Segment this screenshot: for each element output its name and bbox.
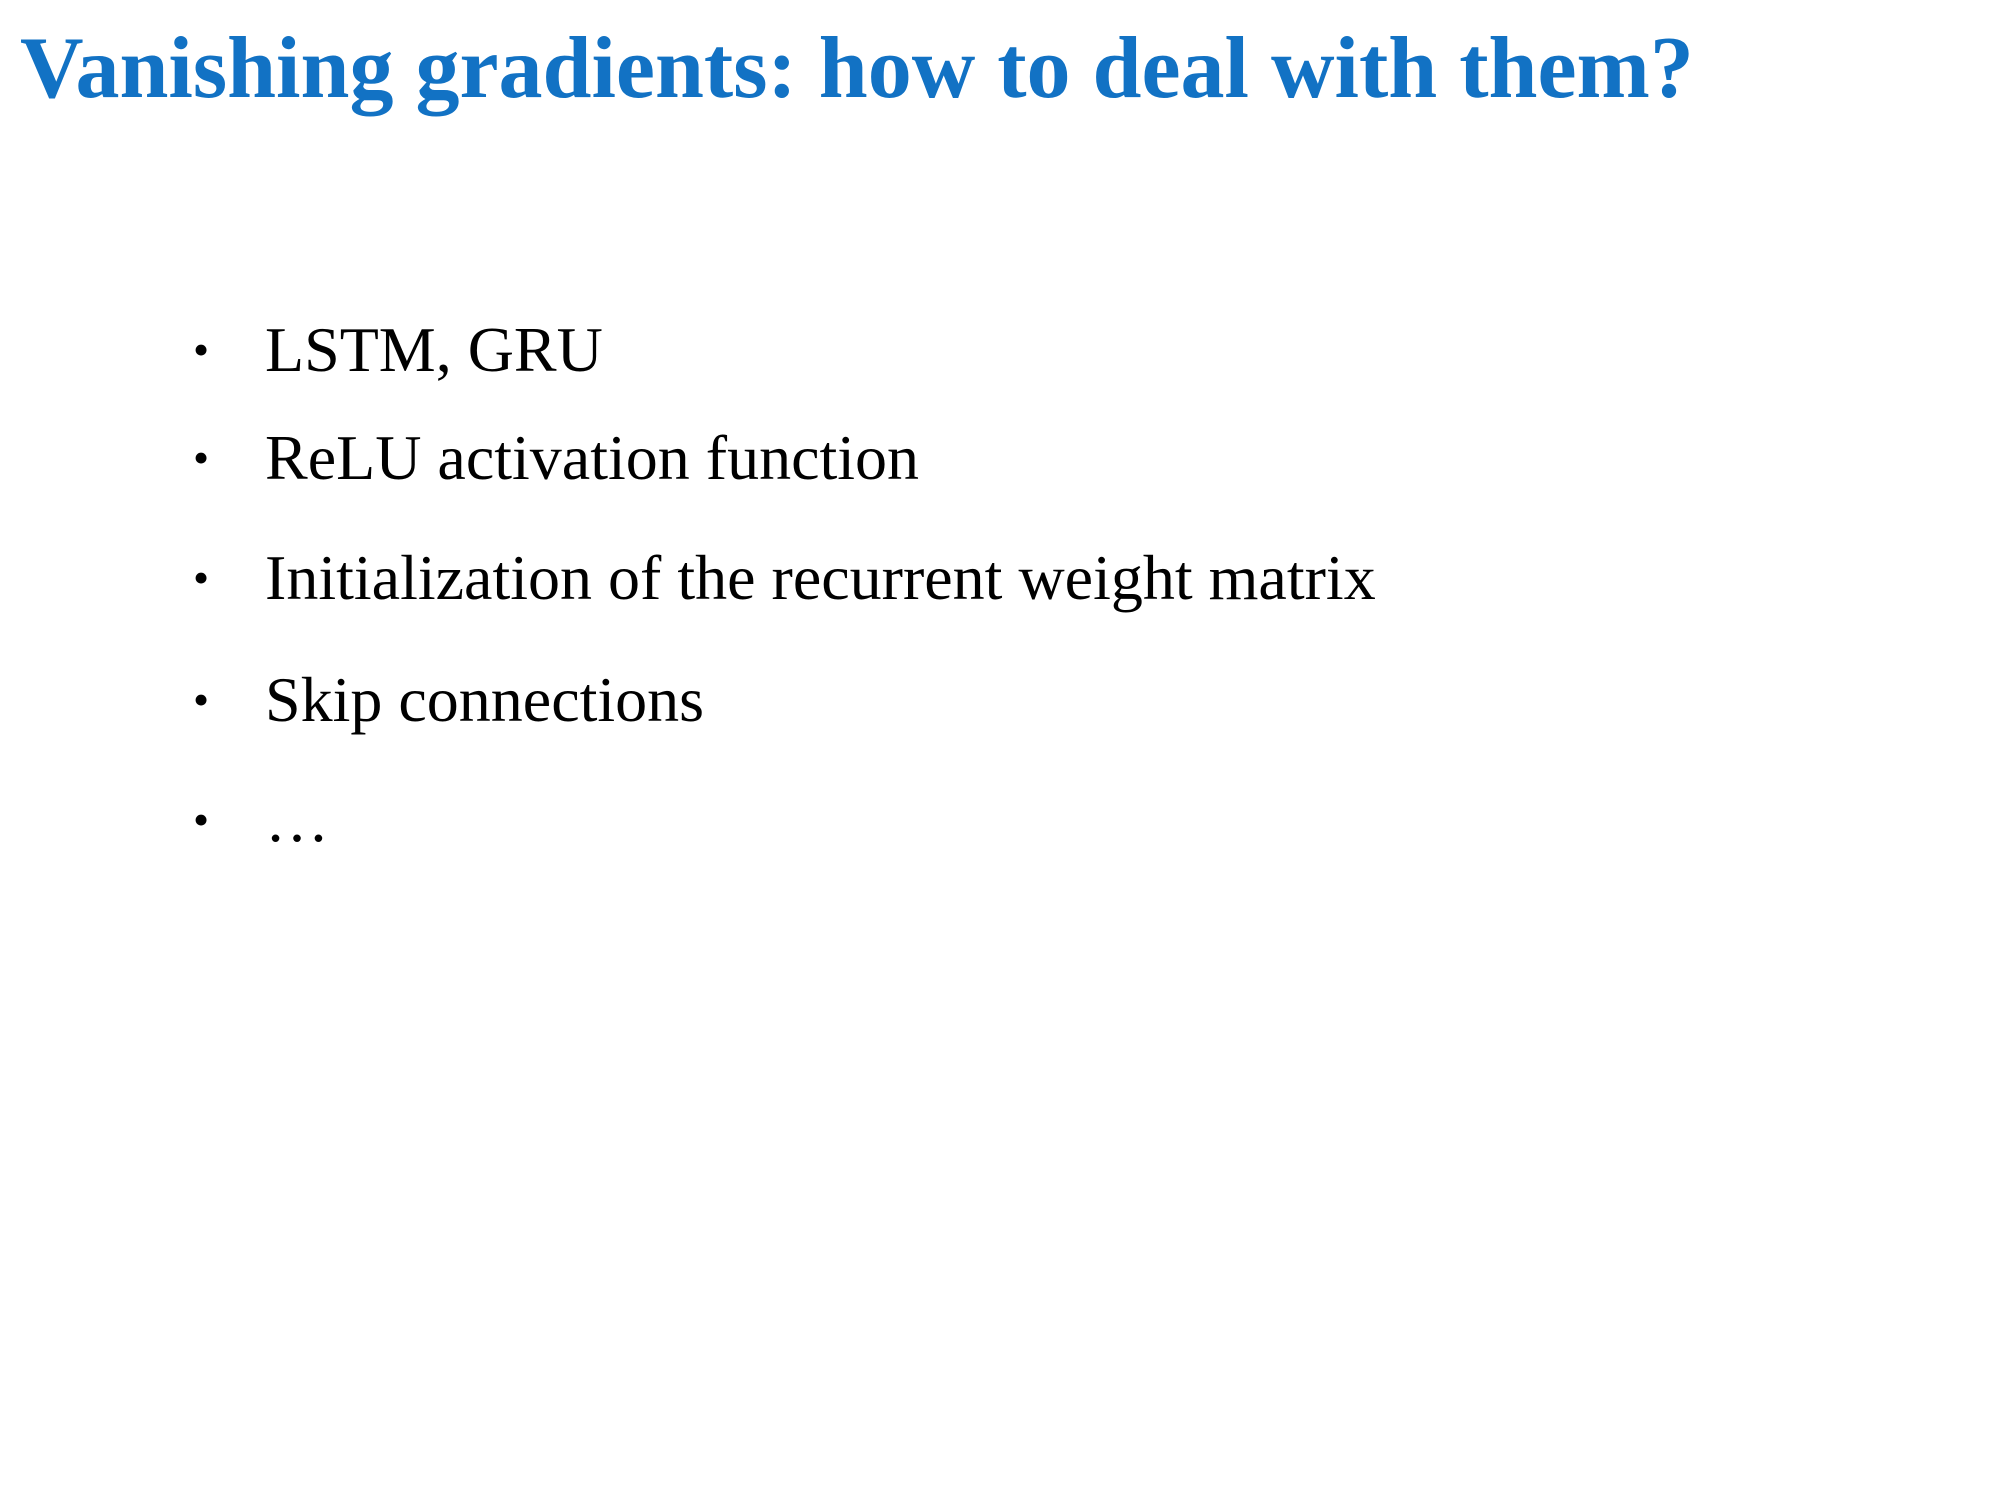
slide: Vanishing gradients: how to deal with th… bbox=[0, 0, 2000, 1500]
bullet-dot-icon: • bbox=[193, 552, 210, 603]
bullet-list: • LSTM, GRU • ReLU activation function •… bbox=[0, 0, 2000, 1500]
bullet-text: ReLU activation function bbox=[265, 422, 920, 493]
bullet-dot-icon: • bbox=[193, 674, 210, 725]
bullet-text: … bbox=[265, 784, 329, 855]
bullet-text: LSTM, GRU bbox=[265, 314, 603, 385]
bullet-item-ellipsis: • … bbox=[193, 780, 329, 860]
bullet-text: Skip connections bbox=[265, 664, 705, 735]
bullet-item-relu: • ReLU activation function bbox=[193, 418, 919, 498]
bullet-text: Initialization of the recurrent weight m… bbox=[265, 542, 1376, 613]
bullet-item-skip-connections: • Skip connections bbox=[193, 660, 704, 740]
bullet-item-lstm-gru: • LSTM, GRU bbox=[193, 310, 603, 390]
bullet-dot-icon: • bbox=[193, 794, 210, 845]
bullet-item-initialization: • Initialization of the recurrent weight… bbox=[193, 538, 1376, 618]
bullet-dot-icon: • bbox=[193, 432, 210, 483]
bullet-dot-icon: • bbox=[193, 324, 210, 375]
